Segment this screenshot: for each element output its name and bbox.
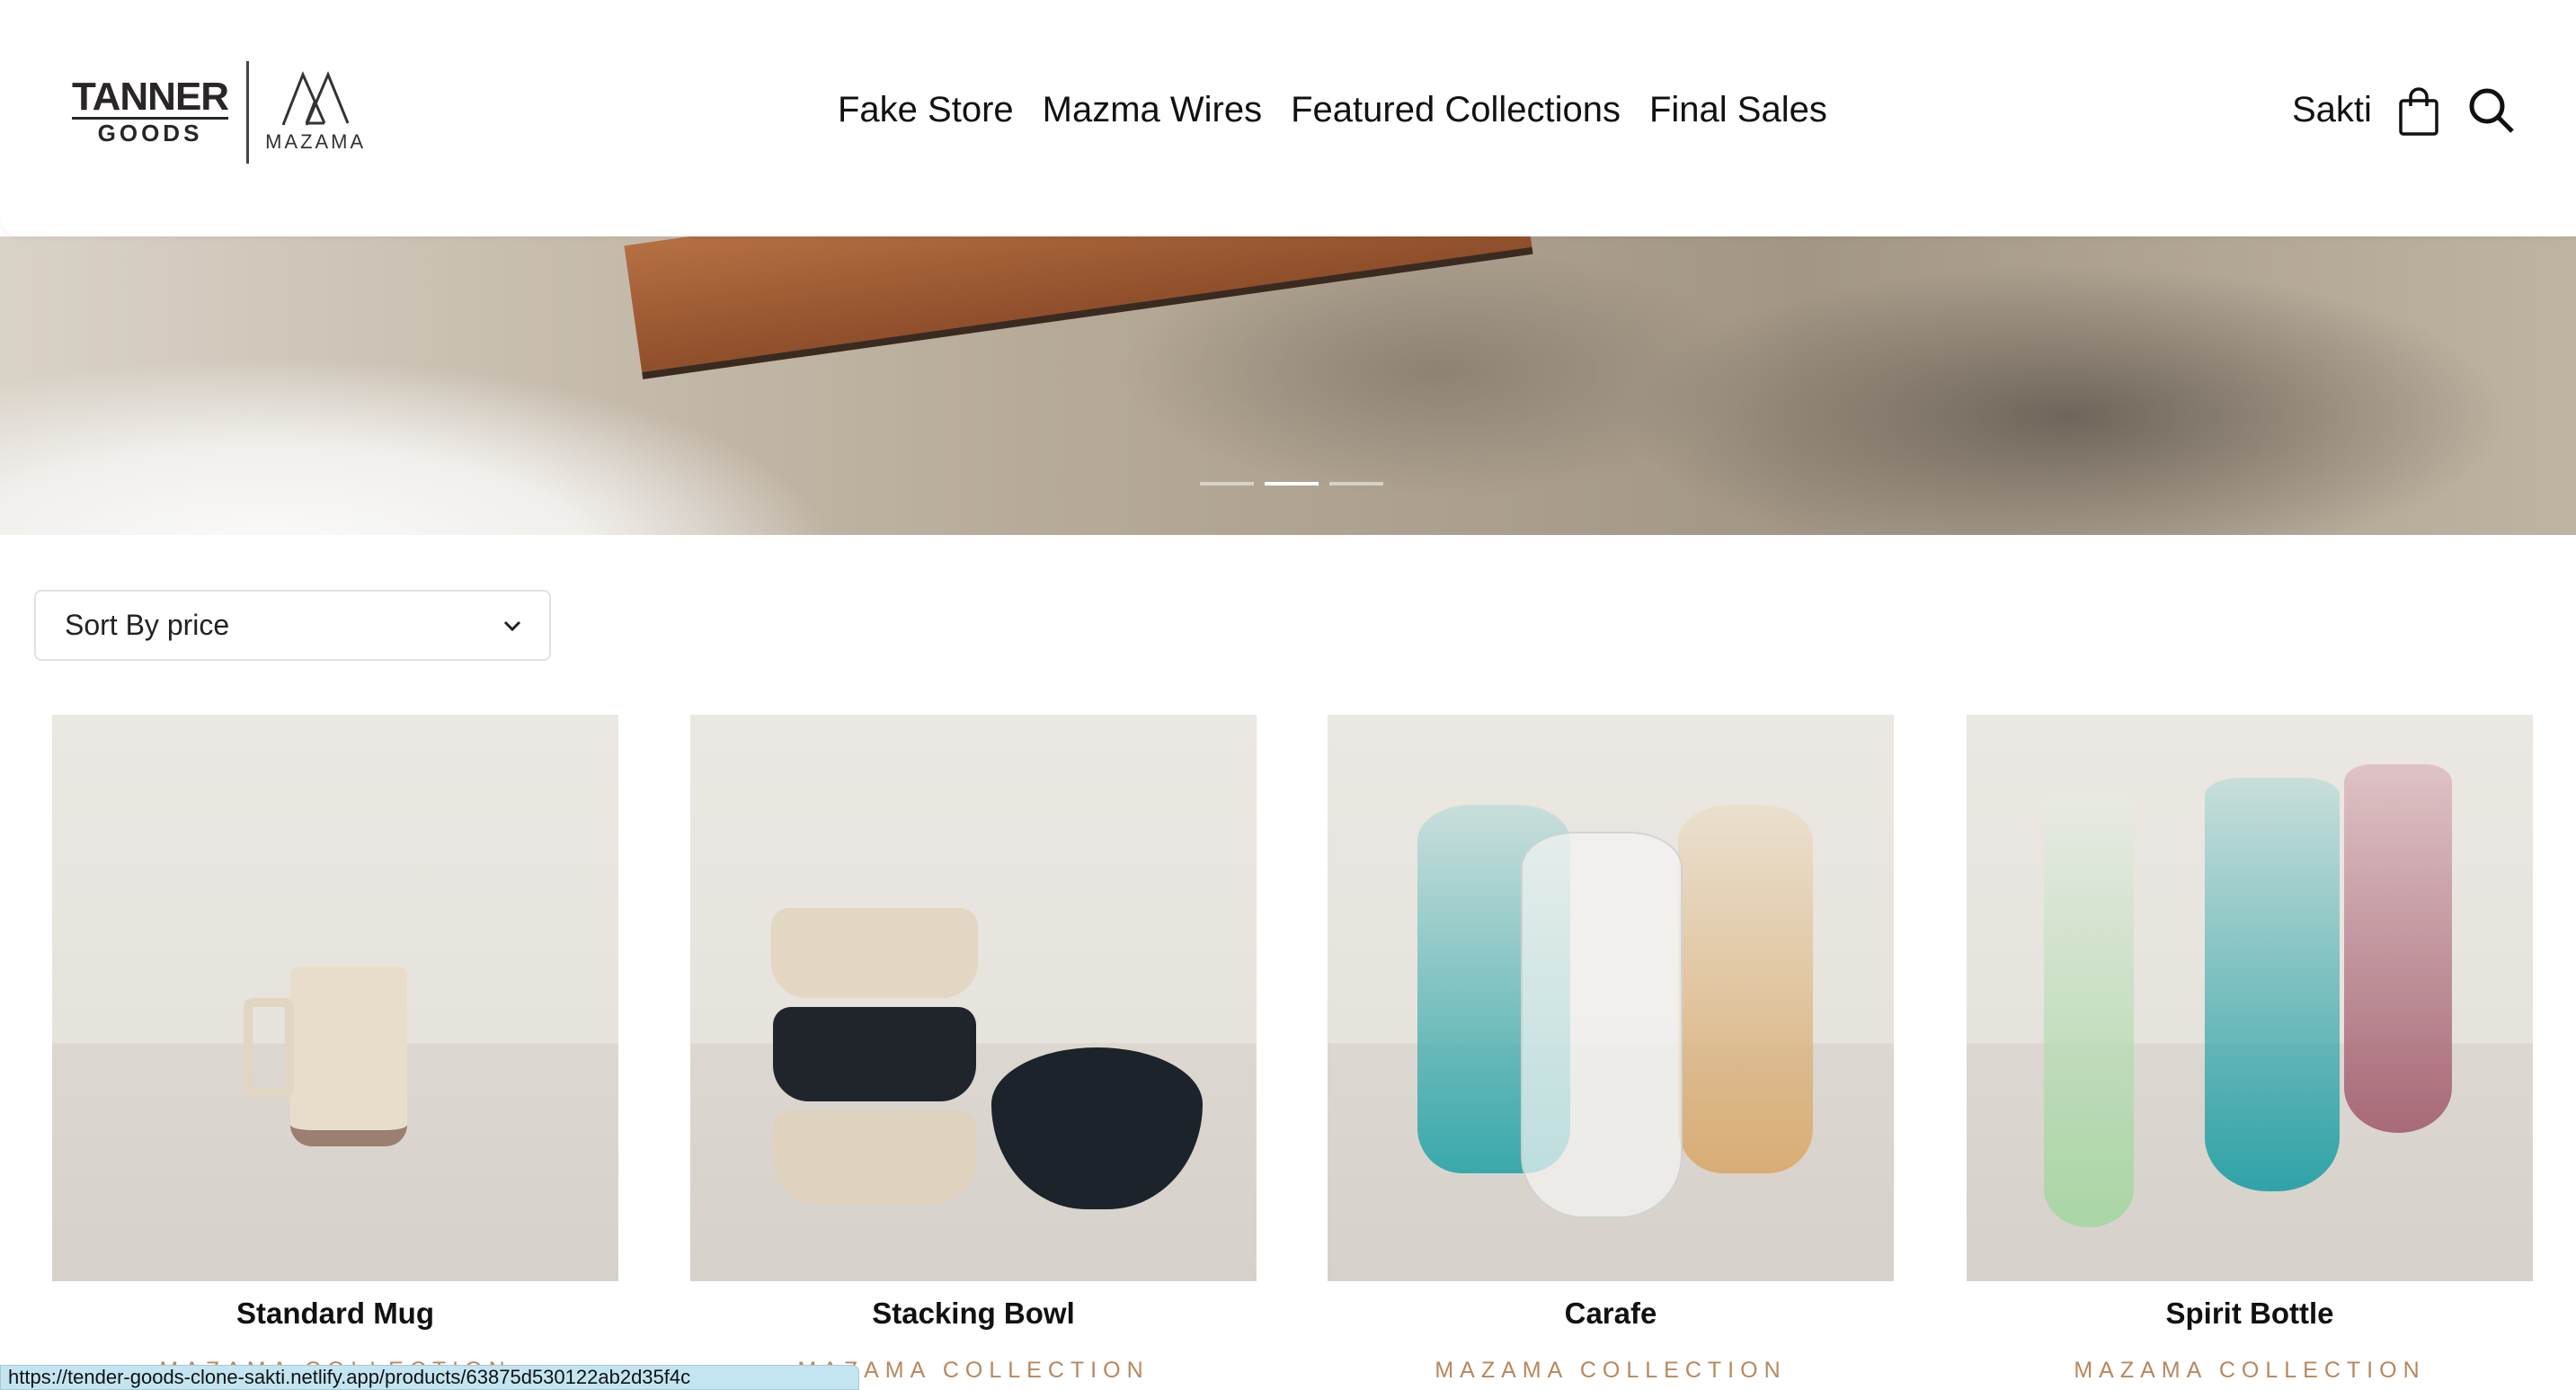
main-nav: Fake Store Mazma Wires Featured Collecti…	[838, 90, 1827, 130]
search-icon[interactable]	[2467, 86, 2516, 139]
tanner-goods-logo: TANNER GOODS	[72, 75, 229, 147]
sort-select-value: Sort By price	[65, 609, 230, 641]
nav-featured-collections[interactable]: Featured Collections	[1291, 90, 1621, 130]
carousel-dot-1[interactable]	[1200, 482, 1254, 486]
user-name[interactable]: Sakti	[2292, 90, 2372, 130]
carousel-indicators	[1200, 482, 1383, 486]
product-title[interactable]: Stacking Bowl	[690, 1296, 1257, 1331]
hero-carousel[interactable]	[0, 236, 2576, 535]
product-card[interactable]: Stacking Bowl MAZAMA COLLECTION	[690, 715, 1257, 1384]
logo-divider	[246, 61, 250, 164]
link-status-bar: https://tender-goods-clone-sakti.netlify…	[0, 1365, 859, 1390]
brand-logo[interactable]: TANNER GOODS MAZAMA	[72, 61, 366, 164]
mazama-logo: MAZAMA	[265, 71, 366, 154]
sort-select[interactable]: Sort By price	[34, 590, 551, 661]
product-image-spirit-bottle[interactable]	[1967, 715, 2533, 1281]
site-header: TANNER GOODS MAZAMA Fake Store Mazma Wire…	[0, 0, 2576, 236]
product-title[interactable]: Standard Mug	[52, 1296, 618, 1331]
nav-mazma-wires[interactable]: Mazma Wires	[1043, 90, 1262, 130]
carousel-dot-3[interactable]	[1329, 482, 1383, 486]
nav-fake-store[interactable]: Fake Store	[838, 90, 1014, 130]
product-card[interactable]: Carafe MAZAMA COLLECTION	[1328, 715, 1894, 1384]
product-card[interactable]: Standard Mug MAZAMA COLLECTION	[52, 715, 618, 1384]
carousel-dot-2[interactable]	[1265, 482, 1319, 486]
product-title[interactable]: Spirit Bottle	[1967, 1296, 2533, 1331]
product-collection: MAZAMA COLLECTION	[2074, 1358, 2426, 1383]
product-image-carafe[interactable]	[1328, 715, 1894, 1281]
hero-image-strap	[624, 236, 1533, 379]
nav-final-sales[interactable]: Final Sales	[1649, 90, 1827, 130]
product-title[interactable]: Carafe	[1328, 1296, 1894, 1331]
shopping-bag-icon[interactable]	[2398, 86, 2439, 141]
product-image-bowl[interactable]	[690, 715, 1257, 1281]
chevron-down-icon	[503, 620, 521, 631]
product-collection: MAZAMA COLLECTION	[1435, 1358, 1787, 1383]
product-image-mug[interactable]	[52, 715, 618, 1281]
product-card[interactable]: Spirit Bottle MAZAMA COLLECTION	[1967, 715, 2533, 1384]
